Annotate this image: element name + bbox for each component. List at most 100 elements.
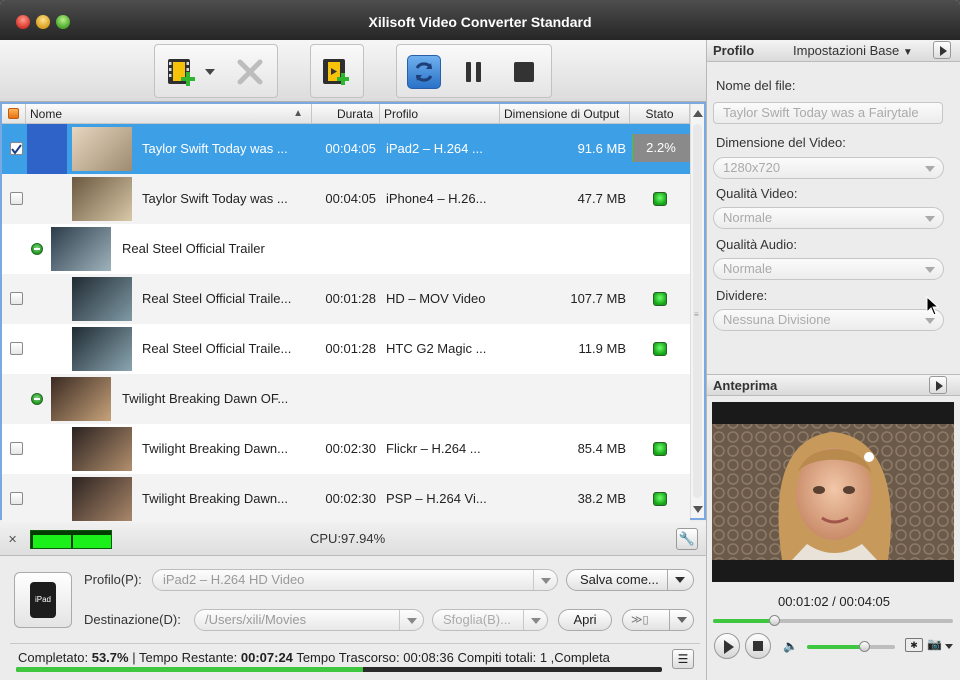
add-dropdown-arrow-icon[interactable] <box>205 69 215 75</box>
file-profile[interactable]: PSP – H.264 Vi... <box>386 474 498 524</box>
group-name: Real Steel Official Trailer <box>122 241 265 256</box>
scroll-down-icon[interactable] <box>693 506 703 513</box>
group-row[interactable]: Real Steel Official Trailer <box>2 224 690 274</box>
split-select[interactable]: Nessuna Divisione <box>713 309 944 331</box>
transfer-device-button[interactable]: ≫▯ <box>622 609 694 631</box>
video-thumbnail <box>51 377 111 421</box>
volume-slider[interactable] <box>807 641 895 652</box>
group-row[interactable]: Twilight Breaking Dawn OF... <box>2 374 690 424</box>
close-cpu-monitor-icon[interactable]: ✕ <box>8 533 17 546</box>
snapshot-folder-button[interactable]: ✱ <box>905 638 923 652</box>
overall-progress-bar <box>16 667 662 672</box>
scroll-grip-icon: ≡ <box>694 310 699 319</box>
file-profile[interactable]: iPad2 – H.264 ... <box>386 124 498 174</box>
save-as-dropdown[interactable] <box>667 570 693 590</box>
video-size-select[interactable]: 1280x720 <box>713 157 944 179</box>
overall-progress-fill <box>16 667 363 672</box>
preview-seek-bar[interactable] <box>713 615 953 626</box>
preview-play-button[interactable] <box>714 633 740 659</box>
log-button[interactable]: ☰ <box>672 649 694 669</box>
file-profile[interactable]: iPhone4 – H.26... <box>386 174 498 224</box>
column-header-name[interactable]: Nome ▲ <box>26 104 312 124</box>
file-profile[interactable]: HD – MOV Video <box>386 274 498 324</box>
stop-button[interactable] <box>507 55 541 89</box>
volume-knob[interactable] <box>859 641 871 652</box>
preview-expand-button[interactable] <box>929 376 947 394</box>
ipad-device-icon: iPad <box>30 582 56 618</box>
device-profile-button[interactable]: iPad <box>14 572 72 628</box>
profile-panel-expand-button[interactable] <box>933 41 951 59</box>
select-all-checkbox-icon[interactable] <box>8 108 19 119</box>
status-ready-icon <box>653 292 667 306</box>
settings-wrench-button[interactable]: 🔧 <box>676 528 698 550</box>
snapshot-dropdown-icon[interactable] <box>945 644 953 649</box>
chevron-down-icon <box>675 577 685 583</box>
remove-x-icon <box>237 59 263 85</box>
column-header-profile[interactable]: Profilo <box>380 104 500 124</box>
list-header: Nome ▲ Durata Profilo Dimensione di Outp… <box>2 104 704 124</box>
table-row[interactable]: Twilight Breaking Dawn... 00:02:30 PSP – H… <box>2 474 690 524</box>
browse-button[interactable]: Sfoglia(B)... <box>432 609 548 631</box>
table-row[interactable]: Twilight Breaking Dawn... 00:02:30 Flickr … <box>2 424 690 474</box>
list-scrollbar[interactable]: ≡ <box>690 104 704 518</box>
table-row[interactable]: Taylor Swift Today was ... 00:04:05 iPhone… <box>2 174 690 224</box>
row-checkbox[interactable] <box>10 342 23 355</box>
preview-stop-button[interactable] <box>745 633 771 659</box>
profile-panel-header: Profilo Impostazioni Base ▼ <box>707 40 960 62</box>
chevron-down-icon <box>399 610 423 630</box>
row-checkbox[interactable] <box>10 292 23 305</box>
destination-select[interactable]: /Users/xili/Movies <box>194 609 424 631</box>
table-row[interactable]: Real Steel Official Traile... 00:01:28 HD … <box>2 274 690 324</box>
video-thumbnail <box>72 277 132 321</box>
video-quality-select[interactable]: Normale <box>713 207 944 229</box>
snapshot-camera-button[interactable]: 📷 <box>927 637 942 651</box>
column-header-size[interactable]: Dimensione di Output <box>500 104 630 124</box>
convert-controls-group <box>396 44 552 98</box>
preview-seek-knob[interactable] <box>768 615 780 626</box>
collapse-group-icon[interactable] <box>31 243 43 255</box>
select-all-header[interactable] <box>2 104 26 124</box>
remove-button[interactable] <box>233 55 267 89</box>
close-window-button[interactable] <box>16 15 30 29</box>
video-quality-label: Qualità Video: <box>716 186 798 201</box>
profile-select-value: iPad2 – H.264 HD Video <box>163 572 305 587</box>
preset-select[interactable]: Impostazioni Base ▼ <box>793 40 913 64</box>
transfer-dropdown[interactable] <box>669 610 693 630</box>
audio-quality-select[interactable]: Normale <box>713 258 944 280</box>
status-ready-icon <box>653 492 667 506</box>
collapse-group-icon[interactable] <box>31 393 43 405</box>
row-checkbox[interactable] <box>10 442 23 455</box>
pause-button[interactable] <box>457 55 491 89</box>
stop-icon <box>753 641 763 651</box>
row-checkbox[interactable] <box>10 192 23 205</box>
add-output-profile-button[interactable] <box>320 55 354 89</box>
minimize-window-button[interactable] <box>36 15 50 29</box>
profile-select[interactable]: iPad2 – H.264 HD Video <box>152 569 558 591</box>
preview-seek-fill <box>713 619 774 623</box>
preview-video[interactable] <box>712 402 954 582</box>
video-thumbnail <box>51 227 111 271</box>
table-row[interactable]: Real Steel Official Traile... 00:01:28 HTC… <box>2 324 690 374</box>
save-as-button[interactable]: Salva come... <box>566 569 694 591</box>
sort-ascending-icon: ▲ <box>293 108 303 119</box>
column-header-status[interactable]: Stato <box>630 104 690 124</box>
filename-input[interactable]: Taylor Swift Today was a Fairytale <box>713 102 943 124</box>
file-profile[interactable]: HTC G2 Magic ... <box>386 324 498 374</box>
column-header-duration[interactable]: Durata <box>312 104 380 124</box>
video-thumbnail <box>72 327 132 371</box>
row-indicator <box>27 124 67 174</box>
row-checkbox[interactable] <box>10 142 23 155</box>
status-ready-icon <box>653 192 667 206</box>
zoom-window-button[interactable] <box>56 15 70 29</box>
table-row[interactable]: Taylor Swift Today was ... 00:04:05 iPad2 … <box>2 124 690 174</box>
right-panel: Profilo Impostazioni Base ▼ Nome del fil… <box>706 40 960 680</box>
add-video-button[interactable] <box>165 55 199 89</box>
file-name: Real Steel Official Traile... <box>142 291 292 306</box>
convert-button[interactable] <box>407 55 441 89</box>
file-profile[interactable]: Flickr – H.264 ... <box>386 424 498 474</box>
file-duration: 00:04:05 <box>325 191 376 206</box>
scroll-up-icon[interactable] <box>693 110 703 117</box>
stop-icon <box>514 62 534 82</box>
open-button[interactable]: Apri <box>558 609 612 631</box>
row-checkbox[interactable] <box>10 492 23 505</box>
